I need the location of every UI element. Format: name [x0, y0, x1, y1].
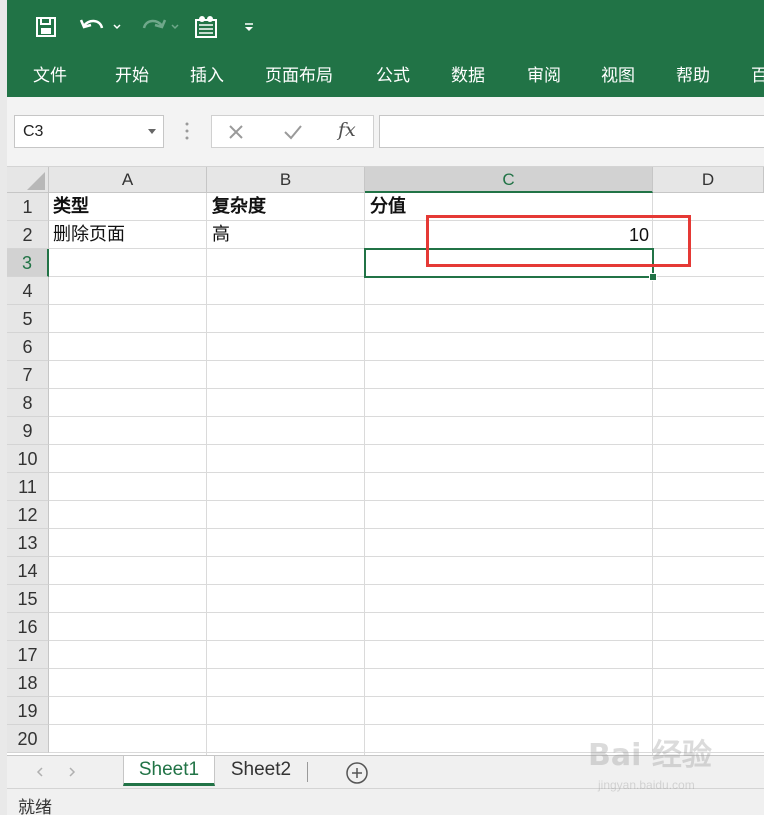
form-icon	[195, 16, 217, 38]
grid-line	[49, 528, 764, 529]
row-header-10[interactable]: 10	[7, 445, 49, 473]
grid-line	[49, 640, 764, 641]
row-header-9[interactable]: 9	[7, 417, 49, 445]
formula-input[interactable]	[379, 115, 764, 148]
tab-review[interactable]: 审阅	[527, 55, 561, 97]
tab-page-layout[interactable]: 页面布局	[265, 55, 333, 97]
watermark-main: Bai 经验	[588, 738, 712, 773]
undo-icon	[79, 19, 121, 30]
cell-b1[interactable]: 复杂度	[212, 193, 362, 221]
select-all-triangle-icon	[27, 172, 45, 190]
row-header-15[interactable]: 15	[7, 585, 49, 613]
quick-access-toolbar	[7, 0, 764, 55]
row-header-11[interactable]: 11	[7, 473, 49, 501]
row-header-3[interactable]: 3	[7, 249, 49, 277]
status-text: 就绪	[18, 798, 52, 815]
grid-line	[49, 304, 764, 305]
ribbon-tabs: 文件 开始 插入 页面布局 公式 数据 审阅 视图 帮助 百	[7, 55, 764, 97]
cell-b2[interactable]: 高	[212, 221, 362, 249]
grid-line	[49, 612, 764, 613]
select-all-button[interactable]	[7, 167, 49, 193]
tab-view[interactable]: 视图	[601, 55, 635, 97]
drag-handle-icon[interactable]	[184, 121, 190, 141]
sheet-tab-sheet2[interactable]: Sheet2	[219, 756, 303, 786]
row-header-16[interactable]: 16	[7, 613, 49, 641]
name-box-value: C3	[23, 123, 44, 140]
grid-line	[49, 332, 764, 333]
formula-bar-area: C3 fx	[7, 97, 764, 167]
scroll-left-icon[interactable]	[35, 766, 45, 778]
grid-line	[49, 360, 764, 361]
column-header-b[interactable]: B	[207, 167, 365, 193]
grid-line	[49, 724, 764, 725]
grid-line	[49, 556, 764, 557]
annotation-highlight-box	[426, 215, 691, 267]
tab-file[interactable]: 文件	[33, 55, 67, 97]
cell-a2[interactable]: 删除页面	[53, 221, 203, 249]
row-header-20[interactable]: 20	[7, 725, 49, 753]
save-button[interactable]	[31, 12, 61, 42]
form-button[interactable]	[191, 12, 221, 42]
baidu-watermark: Bai 经验 jingyan.baidu.com	[588, 730, 738, 800]
name-box[interactable]: C3	[14, 115, 164, 148]
cancel-icon[interactable]	[226, 122, 246, 142]
insert-function-button[interactable]: fx	[338, 119, 356, 141]
row-header-7[interactable]: 7	[7, 361, 49, 389]
tab-help[interactable]: 帮助	[676, 55, 710, 97]
row-header-19[interactable]: 19	[7, 697, 49, 725]
row-header-8[interactable]: 8	[7, 389, 49, 417]
tab-home[interactable]: 开始	[115, 55, 149, 97]
add-sheet-icon[interactable]	[345, 761, 369, 785]
row-header-17[interactable]: 17	[7, 641, 49, 669]
row-header-18[interactable]: 18	[7, 669, 49, 697]
grid-line	[49, 472, 764, 473]
chevron-down-icon[interactable]	[147, 126, 157, 136]
grid-line	[49, 444, 764, 445]
cell-a1[interactable]: 类型	[53, 193, 203, 221]
tab-data[interactable]: 数据	[451, 55, 485, 97]
grid-line	[49, 668, 764, 669]
redo-icon	[142, 19, 179, 30]
redo-button[interactable]	[135, 12, 183, 42]
row-header-1[interactable]: 1	[7, 193, 49, 221]
tab-partial[interactable]: 百	[751, 55, 764, 97]
row-header-12[interactable]: 12	[7, 501, 49, 529]
grid-line	[49, 416, 764, 417]
grid-line	[49, 584, 764, 585]
column-header-c[interactable]: C	[365, 167, 653, 193]
worksheet-grid: A B C D 1 2 3 4 5 6 7 8 9 10 11 12 13 14 15 16 17 18 19 20 …	[7, 167, 764, 755]
excel-window: 文件 开始 插入 页面布局 公式 数据 审阅 视图 帮助 百 C3 fx A B…	[0, 0, 764, 815]
fill-handle[interactable]	[649, 273, 657, 281]
row-header-13[interactable]: 13	[7, 529, 49, 557]
dropdown-arrow-icon	[245, 23, 253, 31]
row-header-5[interactable]: 5	[7, 305, 49, 333]
column-header-d[interactable]: D	[653, 167, 764, 193]
customize-qat-button[interactable]	[239, 12, 259, 42]
undo-button[interactable]	[77, 12, 125, 42]
column-header-a[interactable]: A	[49, 167, 207, 193]
grid-line	[206, 193, 207, 755]
row-header-14[interactable]: 14	[7, 557, 49, 585]
row-header-4[interactable]: 4	[7, 277, 49, 305]
grid-line	[49, 696, 764, 697]
tab-separator	[307, 762, 308, 782]
grid-line	[49, 388, 764, 389]
scroll-right-icon[interactable]	[67, 766, 77, 778]
tab-formulas[interactable]: 公式	[376, 55, 410, 97]
save-icon	[36, 17, 56, 37]
sheet-tab-sheet1[interactable]: Sheet1	[123, 756, 215, 786]
grid-line	[49, 500, 764, 501]
enter-check-icon[interactable]	[282, 122, 304, 142]
row-header-2[interactable]: 2	[7, 221, 49, 249]
row-header-6[interactable]: 6	[7, 333, 49, 361]
watermark-sub: jingyan.baidu.com	[598, 778, 695, 792]
tab-insert[interactable]: 插入	[190, 55, 224, 97]
formula-buttons: fx	[211, 115, 374, 148]
